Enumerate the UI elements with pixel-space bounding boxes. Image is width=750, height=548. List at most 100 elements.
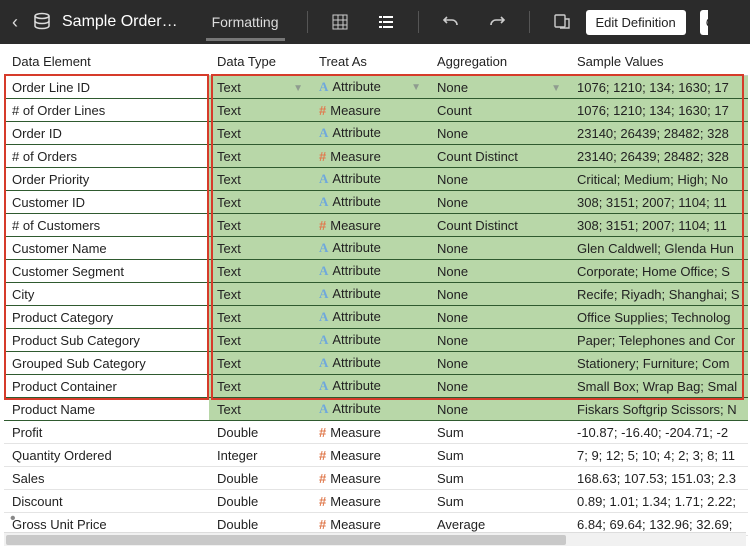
cell-treat-as[interactable]: AAttribute xyxy=(311,398,429,421)
table-row[interactable]: Customer NameTextAAttributeNoneGlen Cald… xyxy=(4,237,748,260)
cell-data-element[interactable]: Grouped Sub Category xyxy=(4,352,209,375)
table-row[interactable]: Product NameTextAAttributeNoneFiskars So… xyxy=(4,398,748,421)
cell-data-element[interactable]: Product Container xyxy=(4,375,209,398)
table-row[interactable]: Order PriorityTextAAttributeNoneCritical… xyxy=(4,168,748,191)
horizontal-scrollbar[interactable] xyxy=(4,532,746,546)
table-row[interactable]: ProfitDouble#MeasureSum-10.87; -16.40; -… xyxy=(4,421,748,444)
cell-treat-as[interactable]: AAttribute xyxy=(311,306,429,329)
cell-data-type[interactable]: Text xyxy=(209,352,311,375)
cell-data-type[interactable]: Text xyxy=(209,306,311,329)
cell-data-type[interactable]: Double xyxy=(209,490,311,513)
cell-aggregation[interactable]: None xyxy=(429,352,569,375)
cell-aggregation[interactable]: None xyxy=(429,260,569,283)
cell-data-element[interactable]: Order ID xyxy=(4,122,209,145)
table-row[interactable]: DiscountDouble#MeasureSum0.89; 1.01; 1.3… xyxy=(4,490,748,513)
cell-aggregation[interactable]: Sum xyxy=(429,467,569,490)
edit-definition-button[interactable]: Edit Definition xyxy=(586,10,686,35)
cell-data-type[interactable]: Text xyxy=(209,99,311,122)
cell-data-type[interactable]: Text xyxy=(209,237,311,260)
grid-view-icon[interactable] xyxy=(330,12,350,32)
cell-data-type[interactable]: Text xyxy=(209,375,311,398)
cell-treat-as[interactable]: AAttribute xyxy=(311,122,429,145)
cell-data-element[interactable]: Customer Segment xyxy=(4,260,209,283)
scrollbar-thumb[interactable] xyxy=(6,535,566,545)
cell-aggregation[interactable]: None xyxy=(429,375,569,398)
cell-treat-as[interactable]: #Measure xyxy=(311,467,429,490)
table-row[interactable]: Grouped Sub CategoryTextAAttributeNoneSt… xyxy=(4,352,748,375)
cell-aggregation[interactable]: None xyxy=(429,168,569,191)
cell-treat-as[interactable]: #Measure xyxy=(311,444,429,467)
dropdown-triangle-icon[interactable]: ▼ xyxy=(293,83,303,94)
cell-aggregation[interactable]: None xyxy=(429,237,569,260)
cell-treat-as[interactable]: AAttribute xyxy=(311,237,429,260)
cell-aggregation[interactable]: None xyxy=(429,191,569,214)
cell-data-element[interactable]: Product Name xyxy=(4,398,209,421)
cell-treat-as[interactable]: AAttribute xyxy=(311,260,429,283)
cell-treat-as[interactable]: #Measure xyxy=(311,145,429,168)
table-row[interactable]: # of OrdersText#MeasureCount Distinct231… xyxy=(4,145,748,168)
cell-aggregation[interactable]: None xyxy=(429,306,569,329)
cell-data-type[interactable]: Text xyxy=(209,145,311,168)
dropdown-triangle-icon[interactable]: ▼ xyxy=(551,83,561,94)
cell-aggregation[interactable]: None xyxy=(429,329,569,352)
table-row[interactable]: Order IDTextAAttributeNone23140; 26439; … xyxy=(4,122,748,145)
cell-data-element[interactable]: Product Category xyxy=(4,306,209,329)
cell-data-element[interactable]: Discount xyxy=(4,490,209,513)
col-data-element[interactable]: Data Element xyxy=(4,48,209,76)
cell-data-element[interactable]: Customer ID xyxy=(4,191,209,214)
redo-icon[interactable] xyxy=(487,12,507,32)
cell-treat-as[interactable]: #Measure xyxy=(311,490,429,513)
cell-treat-as[interactable]: #Measure xyxy=(311,99,429,122)
dropdown-triangle-icon[interactable]: ▼ xyxy=(411,82,421,93)
cell-data-element[interactable]: Order Line ID xyxy=(4,76,209,99)
list-view-icon[interactable] xyxy=(376,12,396,32)
table-row[interactable]: Order Line IDText▼AAttribute▼None▼1076; … xyxy=(4,76,748,99)
col-data-type[interactable]: Data Type xyxy=(209,48,311,76)
cell-data-type[interactable]: Text xyxy=(209,329,311,352)
cell-data-type[interactable]: Text xyxy=(209,214,311,237)
cell-treat-as[interactable]: #Measure xyxy=(311,214,429,237)
tab-formatting[interactable]: Formatting xyxy=(206,4,285,41)
cell-data-type[interactable]: Text xyxy=(209,283,311,306)
cell-data-type[interactable]: Text xyxy=(209,191,311,214)
cell-aggregation[interactable]: Sum xyxy=(429,421,569,444)
table-row[interactable]: # of Order LinesText#MeasureCount1076; 1… xyxy=(4,99,748,122)
cell-data-element[interactable]: Quantity Ordered xyxy=(4,444,209,467)
cell-aggregation[interactable]: None xyxy=(429,283,569,306)
cell-data-type[interactable]: Double xyxy=(209,467,311,490)
cell-data-type[interactable]: Text xyxy=(209,398,311,421)
table-row[interactable]: Customer IDTextAAttributeNone308; 3151; … xyxy=(4,191,748,214)
table-row[interactable]: Product Sub CategoryTextAAttributeNonePa… xyxy=(4,329,748,352)
cell-data-element[interactable]: Customer Name xyxy=(4,237,209,260)
cell-treat-as[interactable]: #Measure xyxy=(311,421,429,444)
cell-data-element[interactable]: Order Priority xyxy=(4,168,209,191)
cell-treat-as[interactable]: AAttribute xyxy=(311,168,429,191)
table-row[interactable]: SalesDouble#MeasureSum168.63; 107.53; 15… xyxy=(4,467,748,490)
cell-data-element[interactable]: Product Sub Category xyxy=(4,329,209,352)
back-chevron-icon[interactable]: ‹ xyxy=(8,12,22,33)
undo-icon[interactable] xyxy=(441,12,461,32)
table-row[interactable]: Product ContainerTextAAttributeNoneSmall… xyxy=(4,375,748,398)
cell-data-element[interactable]: City xyxy=(4,283,209,306)
cell-data-element[interactable]: # of Orders xyxy=(4,145,209,168)
table-row[interactable]: # of CustomersText#MeasureCount Distinct… xyxy=(4,214,748,237)
cell-data-type[interactable]: Double xyxy=(209,421,311,444)
cell-data-type[interactable]: Text xyxy=(209,260,311,283)
cell-aggregation[interactable]: None▼ xyxy=(429,76,569,99)
cell-data-element[interactable]: Sales xyxy=(4,467,209,490)
cell-aggregation[interactable]: Count Distinct xyxy=(429,214,569,237)
cell-aggregation[interactable]: Sum xyxy=(429,444,569,467)
cell-data-type[interactable]: Text xyxy=(209,168,311,191)
cell-data-element[interactable]: # of Order Lines xyxy=(4,99,209,122)
cell-data-type[interactable]: Text xyxy=(209,122,311,145)
cell-data-element[interactable]: # of Customers xyxy=(4,214,209,237)
cell-treat-as[interactable]: AAttribute xyxy=(311,375,429,398)
table-row[interactable]: Customer SegmentTextAAttributeNoneCorpor… xyxy=(4,260,748,283)
cell-treat-as[interactable]: AAttribute xyxy=(311,352,429,375)
cell-data-type[interactable]: Text▼ xyxy=(209,76,311,99)
cell-aggregation[interactable]: None xyxy=(429,398,569,421)
cell-treat-as[interactable]: AAttribute xyxy=(311,283,429,306)
wrangle-icon[interactable] xyxy=(552,12,572,32)
col-treat-as[interactable]: Treat As xyxy=(311,48,429,76)
cell-aggregation[interactable]: Sum xyxy=(429,490,569,513)
